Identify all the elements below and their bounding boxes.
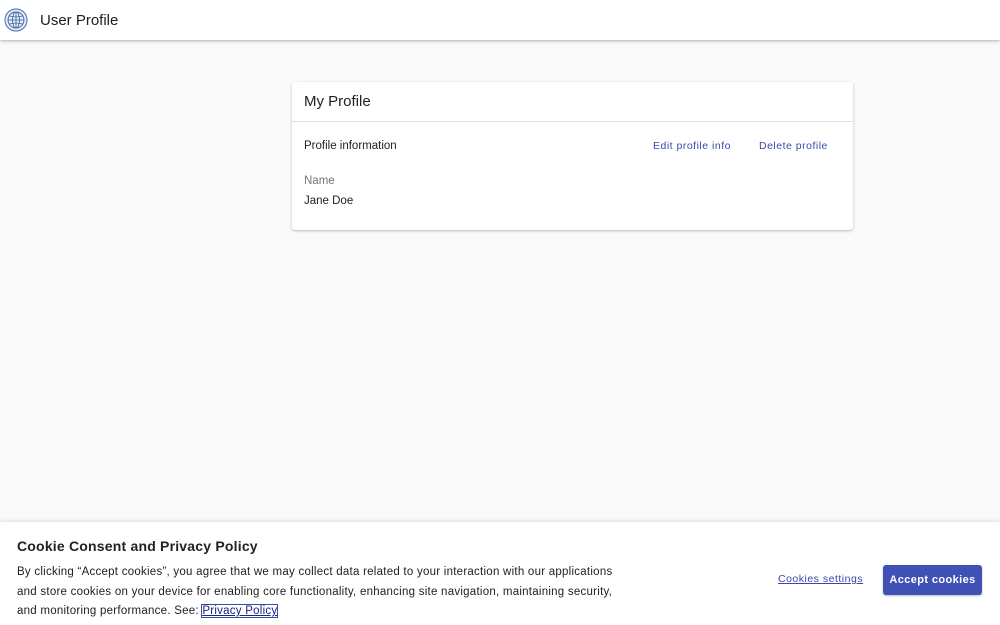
name-value: Jane Doe <box>304 195 354 207</box>
privacy-policy-link[interactable]: Privacy Policy <box>201 604 279 618</box>
card-title: My Profile <box>304 93 371 110</box>
cookie-consent-banner: Cookie Consent and Privacy Policy By cli… <box>0 522 1000 625</box>
profile-info-section: Profile information Edit profile info De… <box>292 122 853 174</box>
card-header: My Profile <box>292 82 853 122</box>
app-title: User Profile <box>40 11 119 29</box>
edit-profile-button[interactable]: Edit profile info <box>653 140 731 152</box>
profile-card: My Profile Profile information Edit prof… <box>292 82 853 230</box>
cookie-banner-title: Cookie Consent and Privacy Policy <box>17 538 258 554</box>
delete-profile-button[interactable]: Delete profile <box>759 140 828 152</box>
cookies-settings-button[interactable]: Cookies settings <box>778 573 863 585</box>
top-app-bar: User Profile <box>0 0 1000 40</box>
name-label: Name <box>304 175 335 187</box>
cookie-text-body: By clicking “Accept cookies”, you agree … <box>17 566 613 617</box>
globe-icon[interactable] <box>4 8 28 32</box>
section-title: Profile information <box>304 140 397 152</box>
cookie-banner-text: By clicking “Accept cookies”, you agree … <box>17 563 617 622</box>
accept-cookies-button[interactable]: Accept cookies <box>883 565 982 595</box>
